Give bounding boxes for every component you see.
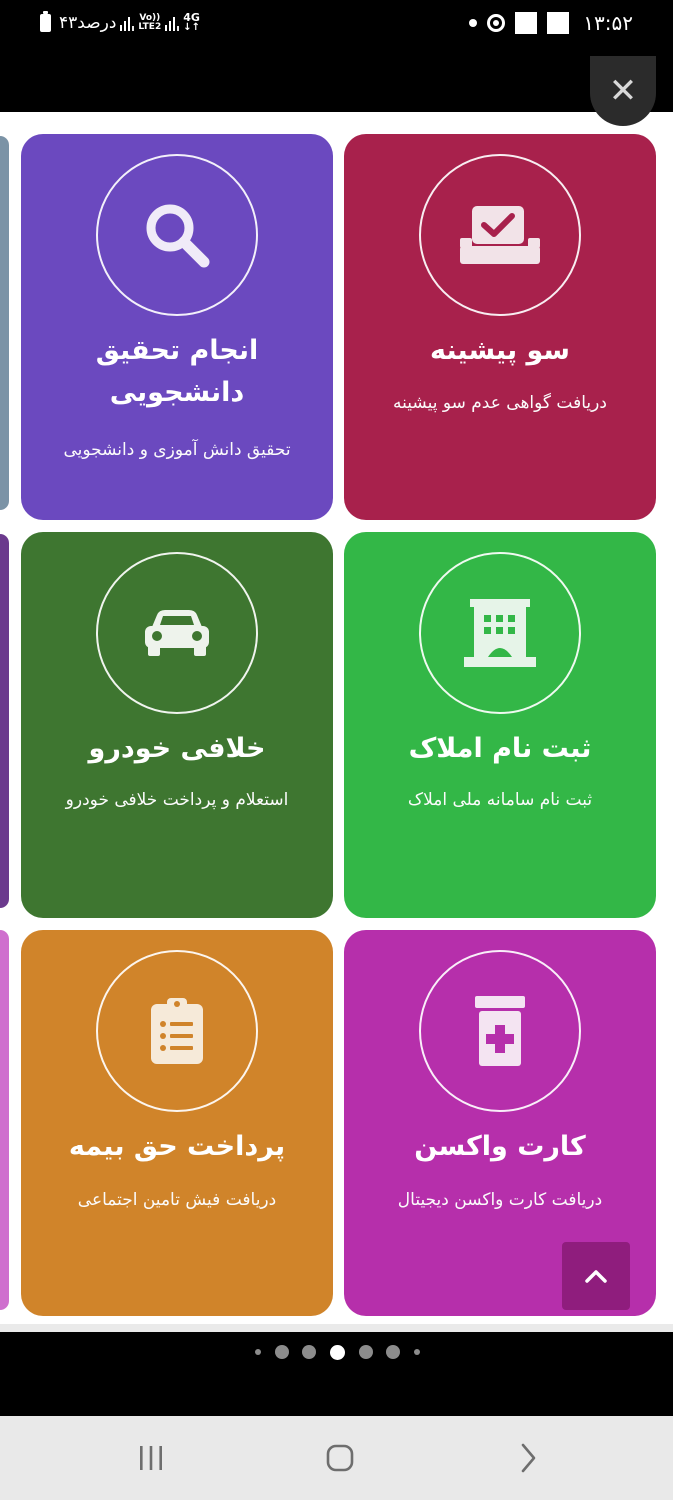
card-description: تحقیق دانش آموزی و دانشجویی xyxy=(63,440,291,460)
pagination-dot[interactable] xyxy=(413,1349,420,1355)
cards-carousel[interactable]: سو پیشینه دریافت گواهی عدم سو پیشینه انج… xyxy=(0,112,673,1332)
card-property-registration[interactable]: ثبت نام املاک ثبت نام سامانه ملی املاک xyxy=(344,532,656,918)
edge-strip xyxy=(0,930,9,1310)
card-icon-circle xyxy=(419,950,581,1112)
card-description: ثبت نام سامانه ملی املاک xyxy=(407,790,593,810)
content-divider xyxy=(0,1324,673,1332)
ballot-box-check-icon xyxy=(460,206,540,264)
battery-text: ۴۳درصد xyxy=(59,13,117,33)
card-title: سو پیشینه xyxy=(430,335,570,366)
card-icon-circle xyxy=(96,154,258,316)
card-title: انجام تحقیق دانشجویی xyxy=(95,335,259,408)
status-right: ۱۳:۵۲ xyxy=(469,10,633,36)
top-bar xyxy=(0,46,673,114)
card-description: دریافت کارت واکسن دیجیتال xyxy=(397,1190,603,1210)
pagination-dot[interactable] xyxy=(358,1345,373,1359)
pagination-dots xyxy=(255,1344,420,1360)
pagination xyxy=(0,1332,673,1416)
search-icon xyxy=(146,204,210,268)
card-title: پرداخت حق بیمه xyxy=(68,1131,286,1162)
clock: ۱۳:۵۲ xyxy=(583,11,633,35)
volte-bottom: LTE2 xyxy=(138,22,162,32)
edge-strip xyxy=(0,534,9,908)
card-icon-circle xyxy=(419,154,581,316)
pagination-dot[interactable] xyxy=(255,1349,261,1355)
card-student-research[interactable]: انجام تحقیق دانشجویی تحقیق دانش آموزی و … xyxy=(21,134,333,520)
pagination-dot-active[interactable] xyxy=(329,1344,345,1360)
home-icon xyxy=(326,1444,354,1472)
card-criminal-record[interactable]: سو پیشینه دریافت گواهی عدم سو پیشینه xyxy=(344,134,656,520)
building-icon xyxy=(464,599,536,667)
recents-icon xyxy=(140,1446,162,1470)
medicine-jar-icon xyxy=(475,996,525,1066)
notification-square-icon xyxy=(547,12,570,34)
volte-indicator: Vo)) LTE2 xyxy=(138,14,161,32)
signal-icon xyxy=(120,15,135,31)
card-icon-circle xyxy=(96,552,258,714)
status-bar: ۴۳درصد Vo)) LTE2 4G ↓↑ ۱۳:۵۲ xyxy=(0,0,673,46)
card-title: ثبت نام املاک xyxy=(408,733,592,764)
card-icon-circle xyxy=(419,552,581,714)
close-button[interactable]: ✕ xyxy=(590,56,656,126)
card-car-violations[interactable]: خلافی خودرو استعلام و پرداخت خلافی خودرو xyxy=(21,532,333,918)
card-insurance-payment[interactable]: پرداخت حق بیمه دریافت فیش تامین اجتماعی xyxy=(21,930,333,1316)
data-arrows-icon: ↓↑ xyxy=(183,22,200,33)
card-description: دریافت گواهی عدم سو پیشینه xyxy=(393,393,607,413)
card-description: استعلام و پرداخت خلافی خودرو xyxy=(65,790,289,810)
signal-icon xyxy=(165,15,180,31)
system-nav-bar xyxy=(0,1416,673,1500)
car-icon xyxy=(145,610,209,656)
pagination-dot[interactable] xyxy=(302,1345,317,1359)
back-button[interactable] xyxy=(510,1440,546,1476)
card-title: کارت واکسن xyxy=(414,1131,586,1162)
notification-square-icon xyxy=(515,12,538,34)
chrome-icon xyxy=(487,14,506,32)
status-left: ۴۳درصد Vo)) LTE2 4G ↓↑ xyxy=(40,10,200,36)
clipboard-list-icon xyxy=(151,998,203,1064)
network-4g-indicator: 4G ↓↑ xyxy=(183,12,200,33)
pagination-dot[interactable] xyxy=(386,1345,401,1359)
card-icon-circle xyxy=(96,950,258,1112)
chevron-up-icon xyxy=(585,1270,607,1283)
edge-strip xyxy=(0,136,9,510)
pagination-dot[interactable] xyxy=(274,1345,289,1359)
battery-icon xyxy=(40,11,51,32)
back-icon xyxy=(521,1443,536,1473)
scroll-to-top-button[interactable] xyxy=(562,1242,630,1310)
home-button[interactable] xyxy=(320,1440,360,1476)
close-icon: ✕ xyxy=(608,71,638,111)
recents-button[interactable] xyxy=(132,1440,170,1476)
card-description: دریافت فیش تامین اجتماعی xyxy=(77,1190,277,1210)
notification-dot-icon xyxy=(469,19,478,27)
card-title: خلافی خودرو xyxy=(88,733,266,764)
